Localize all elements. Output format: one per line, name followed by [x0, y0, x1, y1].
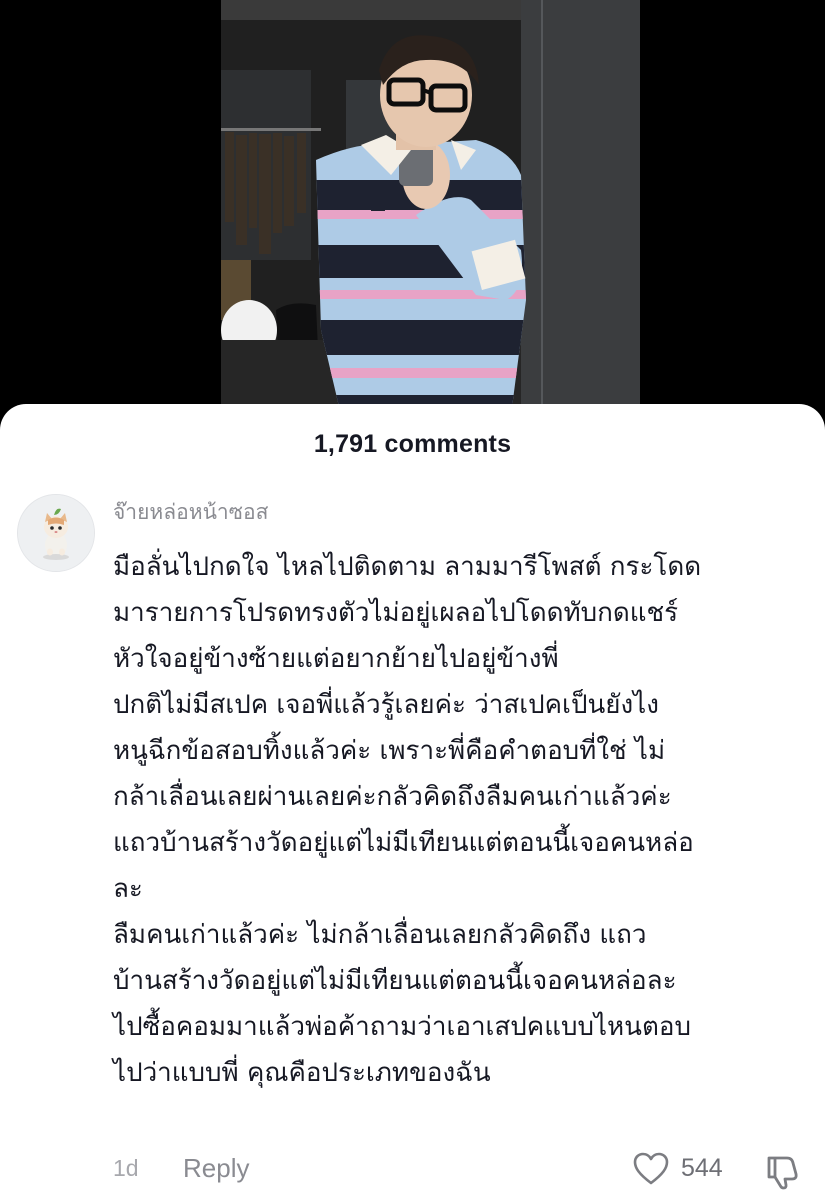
user-avatar[interactable]	[17, 494, 95, 572]
comment-timestamp: 1d	[113, 1155, 139, 1181]
comment-line: ไปซื้อคอมมาแล้วพ่อค้าถามว่าเอาเสปคแบบไหน…	[113, 1012, 691, 1042]
comment-line: ลืมคนเก่าแล้วค่ะ ไม่กล้าเลื่อนเลยกลัวคิด…	[113, 920, 647, 950]
comment-line: มือลั่นไปกดใจ ไหลไปติดตาม ลามมารีโพสต์ ก…	[113, 552, 702, 582]
mirror-selfie-photo	[221, 0, 640, 415]
comment-line: หัวใจอยู่ข้างซ้ายแต่อยากย้ายไปอยู่ข้างพี…	[113, 644, 559, 674]
comment-line: กล้าเลื่อนเลยผ่านเลยค่ะกลัวคิดถึงลืมคนเก…	[113, 782, 672, 812]
thumbs-down-icon[interactable]	[763, 1152, 801, 1190]
comment-line: แถวบ้านสร้างวัดอยู่แต่ไม่มีเทียนแต่ตอนนี…	[113, 828, 694, 858]
comment-text: มือลั่นไปกดใจ ไหลไปติดตาม ลามมารีโพสต์ ก…	[113, 544, 813, 1096]
media-backdrop	[0, 0, 825, 440]
comment-line: มารายการโปรดทรงตัวไม่อยู่เผลอไปโดดทับกดแ…	[113, 598, 679, 628]
comments-count: 1,791 comments	[313, 430, 512, 458]
cat-avatar-icon	[18, 495, 94, 571]
comment-line: ไปว่าแบบพี่ คุณคือประเภทของฉัน	[113, 1058, 491, 1088]
heart-outline-icon	[633, 1152, 669, 1185]
reply-button[interactable]: Reply	[183, 1153, 249, 1184]
post-photo[interactable]	[221, 0, 640, 415]
comment-username[interactable]: จ๊ายหล่อหน้าซอส	[113, 496, 268, 529]
comment-line: หนูฉีกข้อสอบทิ้งแล้วค่ะ เพราะพี่คือคำตอบ…	[113, 736, 666, 766]
comment-line: บ้านสร้างวัดอยู่แต่ไม่มีเทียนแต่ตอนนี้เจ…	[113, 966, 677, 996]
like-count: 544	[681, 1154, 723, 1182]
comment-line: ปกติไม่มีสเปค เจอพี่แล้วรู้เลยค่ะ ว่าสเป…	[113, 690, 659, 720]
comments-sheet: 1,791 comments จ๊ายหล่อหน้าซอส มือลั่นไป…	[0, 404, 825, 1200]
comment-line: ละ	[113, 874, 143, 904]
comment-meta-row: 1d Reply 544	[113, 1152, 813, 1190]
